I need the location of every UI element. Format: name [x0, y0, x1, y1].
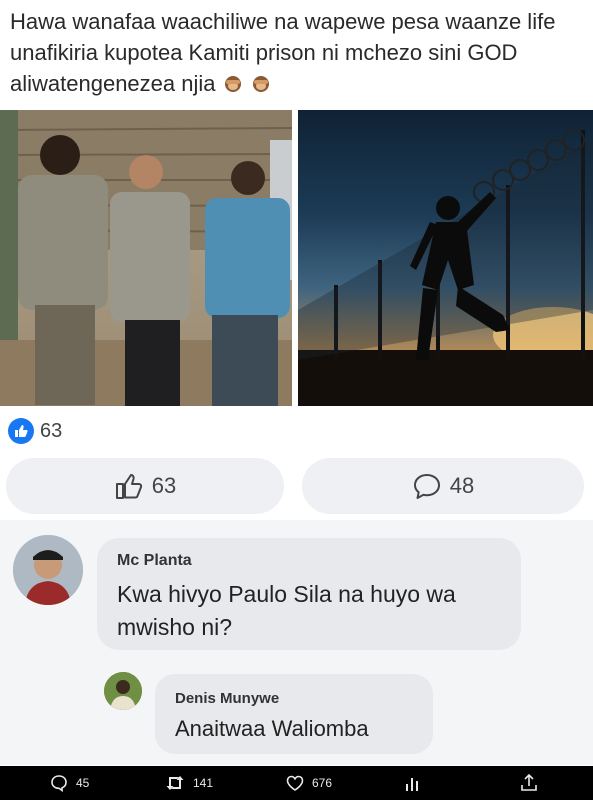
comment-bubble: Denis Munywe Anaitwaa Waliomba	[155, 674, 433, 754]
reaction-count-text: 63	[40, 419, 63, 442]
retweet-count: 141	[193, 776, 214, 790]
share-button[interactable]	[520, 774, 538, 792]
analytics-button[interactable]	[404, 775, 422, 791]
tweet-action-bar: 45 141 676	[0, 766, 593, 800]
reaction-summary[interactable]: 63	[8, 418, 62, 444]
photo-three-men[interactable]	[0, 110, 292, 406]
post-caption-text: Hawa wanafaa waachiliwe na wapewe pesa w…	[10, 9, 556, 96]
see-no-evil-monkey-icon	[252, 76, 269, 92]
thumbs-up-icon	[115, 474, 142, 499]
photo-prison-fence-silhouette[interactable]	[298, 110, 593, 406]
retweet-icon	[166, 776, 184, 790]
comment-button[interactable]: 48	[302, 458, 584, 514]
post-caption: Hawa wanafaa waachiliwe na wapewe pesa w…	[10, 6, 585, 99]
comment-text: Kwa hivyo Paulo Sila na huyo wa mwisho n…	[117, 581, 456, 640]
comment-author[interactable]: Denis Munywe	[175, 690, 279, 707]
comment-text: Anaitwaa Waliomba	[175, 716, 369, 741]
comment-bubble-icon	[413, 474, 440, 499]
comment-count: 48	[449, 473, 475, 498]
comment-bubble: Mc Planta Kwa hivyo Paulo Sila na huyo w…	[97, 538, 521, 650]
reply-count: 45	[76, 776, 90, 790]
heart-count: 676	[312, 776, 333, 790]
retweet-button[interactable]: 141	[165, 774, 213, 792]
like-heart-button[interactable]: 676	[286, 775, 332, 791]
like-reaction-icon	[8, 418, 34, 444]
like-button[interactable]: 63	[6, 458, 284, 514]
comment-author[interactable]: Mc Planta	[117, 552, 192, 570]
avatar[interactable]	[104, 672, 142, 710]
share-icon	[521, 774, 537, 791]
avatar[interactable]	[13, 535, 83, 605]
see-no-evil-monkey-icon	[224, 76, 241, 92]
reply-button[interactable]: 45	[50, 774, 89, 792]
heart-icon	[286, 775, 304, 791]
reply-icon	[51, 775, 67, 792]
like-count: 63	[151, 473, 177, 498]
analytics-icon	[406, 778, 418, 791]
